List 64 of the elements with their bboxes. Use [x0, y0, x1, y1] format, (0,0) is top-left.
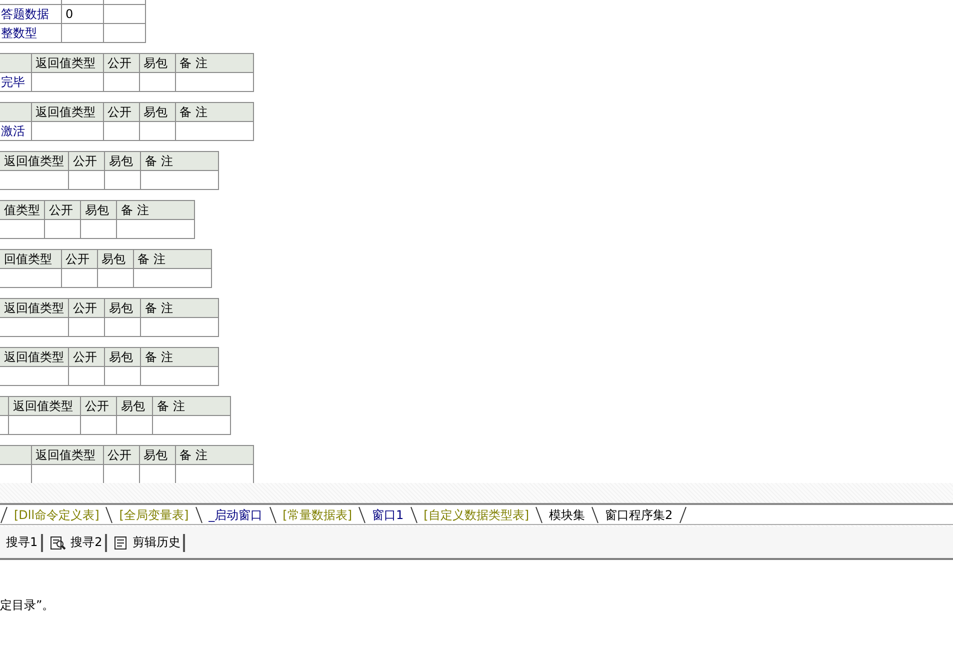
- column-header: 备 注: [140, 348, 218, 366]
- column-header: 备 注: [152, 396, 230, 416]
- column-header: 返回值类型: [31, 446, 103, 464]
- column-header: 易包: [104, 348, 140, 366]
- table-cell: 0: [61, 4, 103, 24]
- column-header: 公开: [103, 102, 139, 122]
- subroutine-name-cell: 完毕: [0, 72, 31, 92]
- column-header: 备 注: [140, 298, 218, 318]
- column-header: 返回值类型: [0, 298, 68, 318]
- subroutine-name-cell: 激活: [0, 122, 31, 140]
- search-icon: [50, 536, 66, 550]
- tab-separator: [678, 506, 687, 524]
- tab-separator: [535, 506, 544, 524]
- column-header: 回值类型: [0, 250, 61, 268]
- column-header: 公开: [80, 396, 116, 416]
- tab-separator: [410, 506, 418, 524]
- editor-tab[interactable]: [全局变量表]: [113, 506, 195, 524]
- column-header: 备 注: [140, 152, 218, 170]
- editor-tab[interactable]: [常量数据表]: [276, 506, 358, 524]
- column-header: 返回值类型: [31, 54, 103, 72]
- variable-name-cell: 答题数据: [0, 4, 61, 24]
- tab-separator: [591, 506, 600, 524]
- tab-separator: [194, 506, 203, 524]
- column-header: 返回值类型: [0, 152, 68, 170]
- column-header: 公开: [61, 250, 97, 268]
- column-header: 备 注: [175, 446, 253, 464]
- column-header: 易包: [139, 446, 175, 464]
- tab-separator: [358, 506, 366, 524]
- tab-separator: [268, 506, 277, 524]
- column-header: 返回值类型: [8, 396, 80, 416]
- editor-tab[interactable]: _启动窗口: [202, 506, 269, 524]
- column-header: 备 注: [175, 102, 253, 122]
- panel-tab[interactable]: 搜寻1: [6, 534, 38, 551]
- variable-name-cell: 整数型: [0, 24, 61, 42]
- column-header: 公开: [68, 348, 104, 366]
- column-header: 易包: [139, 102, 175, 122]
- editor-tab[interactable]: 模块集: [543, 506, 592, 524]
- column-header: 易包: [139, 54, 175, 72]
- editor-tab[interactable]: [Dll命令定义表]: [8, 506, 106, 524]
- output-text: 定目录”。: [0, 598, 54, 612]
- document-icon: [114, 536, 128, 550]
- column-header: 返回值类型: [0, 348, 68, 366]
- column-header: 易包: [104, 152, 140, 170]
- panel-tab[interactable]: 搜寻2: [70, 534, 102, 551]
- column-header: 返回值类型: [31, 102, 103, 122]
- column-header: 公开: [44, 200, 80, 220]
- column-header: 易包: [104, 298, 140, 318]
- editor-tab[interactable]: 窗口程序集2: [599, 506, 679, 524]
- editor-tab[interactable]: [自定义数据类型表]: [418, 506, 536, 524]
- column-header: 公开: [103, 446, 139, 464]
- tab-separator: [105, 506, 114, 524]
- column-header: 公开: [68, 298, 104, 318]
- tab-separator: [0, 506, 8, 524]
- editor-tab[interactable]: 窗口1: [366, 506, 410, 524]
- column-header: 备 注: [116, 200, 194, 220]
- column-header: 公开: [103, 54, 139, 72]
- column-header: 易包: [116, 396, 152, 416]
- column-header: 易包: [80, 200, 116, 220]
- column-header: 公开: [68, 152, 104, 170]
- column-header: 备 注: [133, 250, 211, 268]
- column-header: 易包: [97, 250, 133, 268]
- column-header: 值类型: [0, 200, 44, 220]
- column-header: 备 注: [175, 54, 253, 72]
- panel-tab[interactable]: 剪辑历史: [132, 534, 180, 551]
